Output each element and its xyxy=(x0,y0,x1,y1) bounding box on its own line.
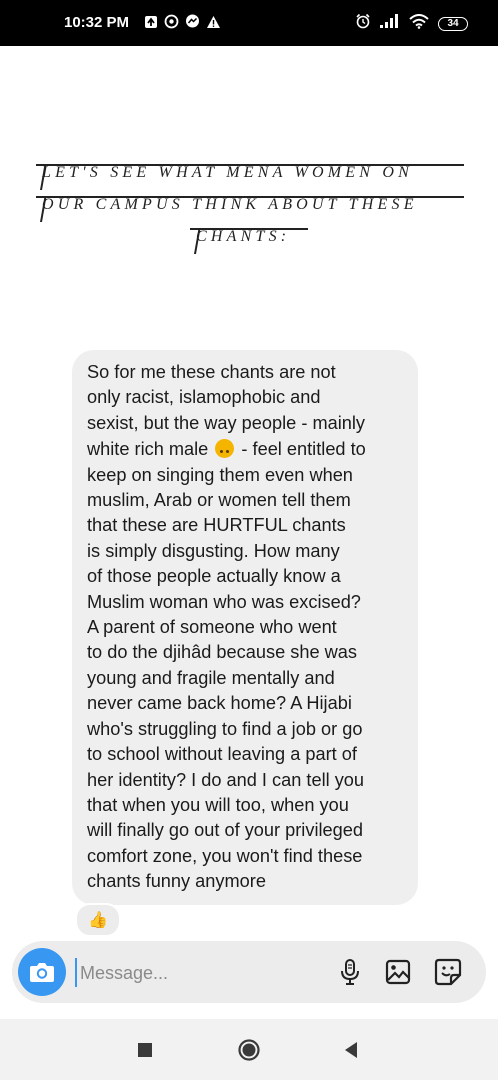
microphone-icon[interactable] xyxy=(335,957,365,987)
wifi-icon xyxy=(409,13,429,34)
message-bubble[interactable]: So for me these chants are not only raci… xyxy=(72,350,418,905)
status-bar: 10:32 PM 34 xyxy=(0,0,498,46)
thumbs-up-reaction[interactable]: 👍 xyxy=(75,903,121,937)
camera-icon xyxy=(30,963,54,982)
message-input[interactable] xyxy=(78,958,322,988)
battery-icon: 34 xyxy=(438,16,468,31)
message-composer xyxy=(12,941,486,1003)
alarm-icon xyxy=(355,13,371,34)
story-headline: LET'S SEE WHAT MENA WOMEN ON OUR CAMPUS … xyxy=(0,160,498,270)
message-text: So for me these chants are not only raci… xyxy=(87,362,366,892)
messenger-icon xyxy=(185,14,200,29)
warning-icon xyxy=(206,14,221,29)
home-icon[interactable] xyxy=(238,1039,260,1061)
whatsapp-icon xyxy=(164,14,179,29)
status-time: 10:32 PM xyxy=(64,14,130,31)
headline-line-1: LET'S SEE WHAT MENA WOMEN ON xyxy=(34,160,464,190)
headline-line-3: CHANTS: xyxy=(188,224,308,254)
sticker-icon[interactable] xyxy=(433,957,463,987)
gallery-icon[interactable] xyxy=(383,957,413,987)
system-nav-bar xyxy=(0,1019,498,1080)
signal-icon xyxy=(380,14,400,33)
upside-down-face-icon xyxy=(215,439,235,459)
recent-apps-icon[interactable] xyxy=(134,1039,156,1061)
camera-button[interactable] xyxy=(18,948,66,996)
headline-line-2: OUR CAMPUS THINK ABOUT THESE xyxy=(34,192,464,222)
back-icon[interactable] xyxy=(340,1039,362,1061)
text-caret xyxy=(75,958,77,987)
status-system-icons: 34 xyxy=(355,13,468,34)
notification-icon xyxy=(143,14,158,29)
status-notification-icons xyxy=(143,14,221,29)
